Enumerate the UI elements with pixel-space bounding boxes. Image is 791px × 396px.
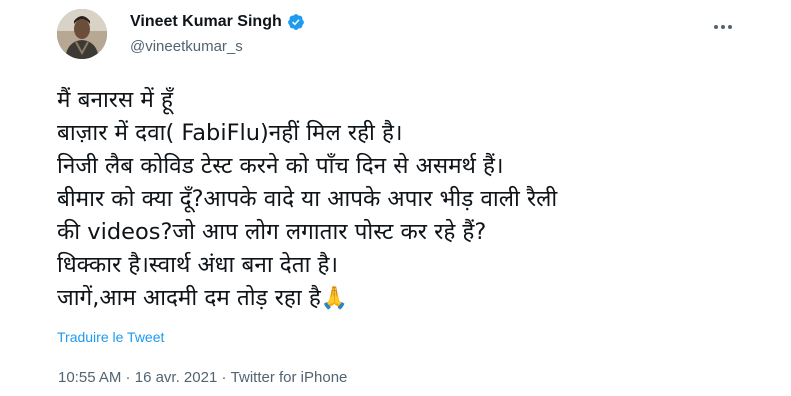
tweet-line: बीमार को क्या दूँ?आपके वादे या आपके अपार… bbox=[57, 186, 558, 212]
tweet-line-last: जागें,आम आदमी दम तोड़ रहा है🙏 bbox=[57, 282, 757, 315]
tweet-source[interactable]: Twitter for iPhone bbox=[231, 369, 348, 386]
meta-separator: · bbox=[121, 369, 135, 386]
tweet-meta: 10:55 AM · 16 avr. 2021 · Twitter for iP… bbox=[58, 369, 347, 386]
author-name-row[interactable]: Vineet Kumar Singh bbox=[130, 13, 305, 31]
tweet-line: मैं बनारस में हूँ bbox=[57, 87, 173, 113]
more-horizontal-icon[interactable] bbox=[713, 18, 733, 29]
tweet-line: बाज़ार में दवा( FabiFlu)नहीं मिल रही है। bbox=[57, 120, 403, 146]
author-handle[interactable]: @vineetkumar_s bbox=[130, 38, 243, 55]
avatar[interactable] bbox=[57, 9, 107, 59]
tweet-date[interactable]: 16 avr. 2021 bbox=[135, 369, 218, 386]
tweet-time[interactable]: 10:55 AM bbox=[58, 369, 121, 386]
translate-tweet-link[interactable]: Traduire le Tweet bbox=[57, 329, 164, 345]
tweet-line: निजी लैब कोविड टेस्ट करने को पाँच दिन से… bbox=[57, 153, 504, 179]
meta-separator: · bbox=[217, 369, 231, 386]
tweet-text: मैं बनारस में हूँ बाज़ार में दवा( FabiFl… bbox=[57, 84, 757, 315]
verified-badge-icon bbox=[287, 13, 305, 31]
tweet-line: धिक्कार है।स्वार्थ अंधा बना देता है। bbox=[57, 252, 339, 278]
tweet-card: Vineet Kumar Singh @vineetkumar_s मैं बन… bbox=[0, 0, 791, 396]
folded-hands-emoji-icon: 🙏 bbox=[320, 286, 349, 311]
tweet-line-text: जागें,आम आदमी दम तोड़ रहा है bbox=[57, 285, 321, 311]
display-name[interactable]: Vineet Kumar Singh bbox=[130, 13, 282, 31]
tweet-line: की videos?जो आप लोग लगातार पोस्ट कर रहे … bbox=[57, 219, 487, 245]
